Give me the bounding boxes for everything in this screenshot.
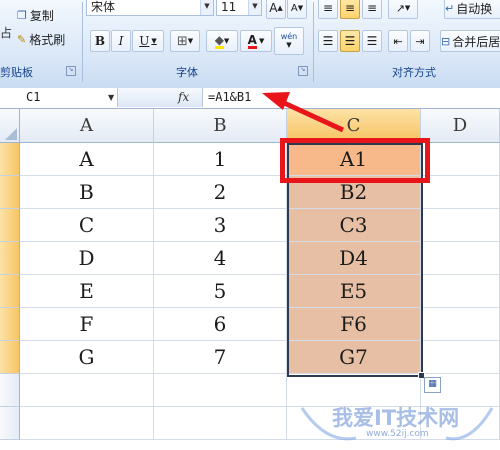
- watermark: 我爱IT技术网 www.52ij.com: [296, 398, 496, 448]
- watermark-url: www.52ij.com: [366, 429, 429, 439]
- annotation-arrow: [262, 92, 345, 133]
- watermark-text: 我爱IT技术网: [332, 406, 460, 430]
